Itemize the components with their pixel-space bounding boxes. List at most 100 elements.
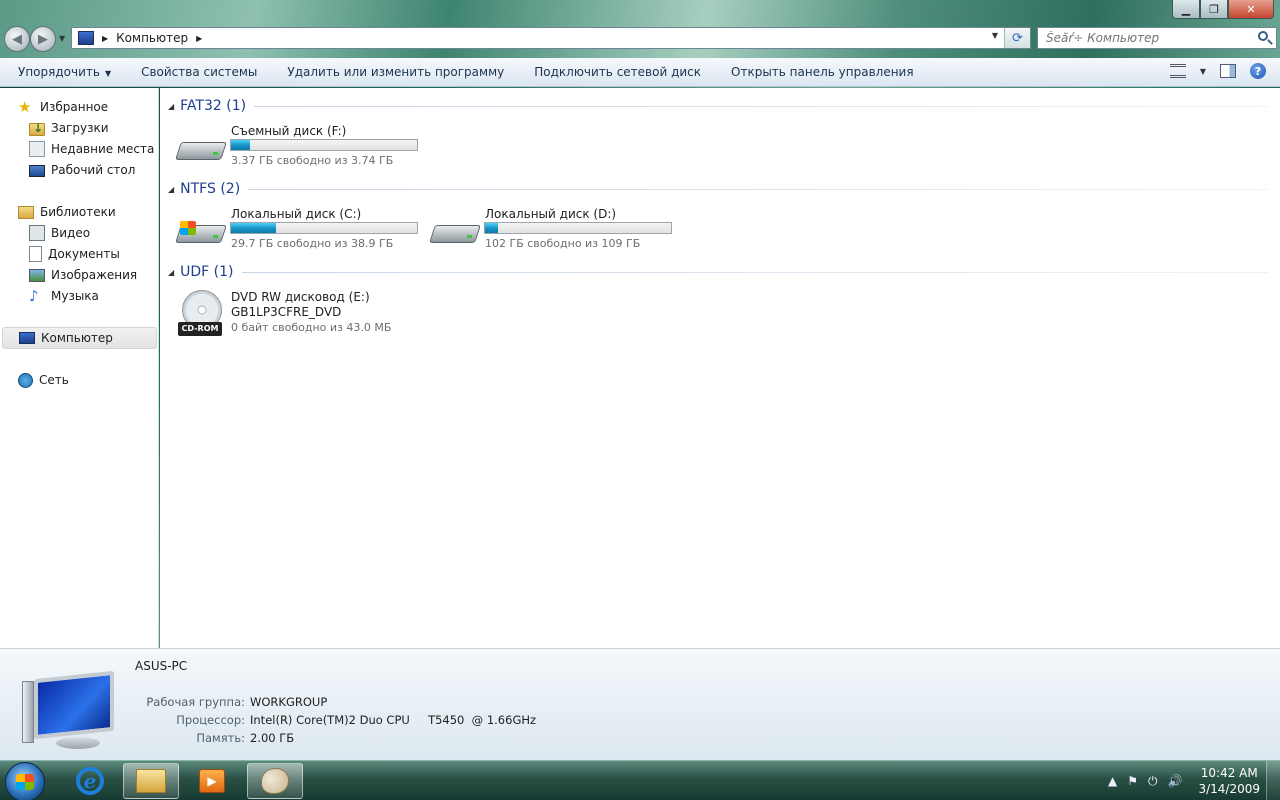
start-button[interactable] [5, 762, 45, 800]
hard-disk-icon [429, 221, 481, 245]
sidebar-item-documents[interactable]: Документы [29, 245, 120, 263]
collapse-triangle-icon[interactable]: ◢ [168, 185, 174, 194]
taskbar-media-player[interactable]: ▶ [184, 763, 240, 799]
navigation-pane: ★Избранное Загрузки Недавние места Рабоч… [0, 88, 159, 648]
music-note-icon: ♪ [29, 287, 39, 305]
drive-tile-e[interactable]: CD-ROM DVD RW дисковод (E:) GB1LP3CFRE_D… [178, 290, 428, 340]
help-icon[interactable]: ? [1250, 63, 1266, 79]
sidebar-item-libraries[interactable]: Библиотеки [18, 203, 116, 221]
open-control-panel-button[interactable]: Открыть панель управления [731, 65, 914, 79]
computer-name: ASUS-PC [135, 659, 188, 673]
refresh-button[interactable]: ⟳ [1004, 28, 1030, 48]
volume-icon[interactable]: 🔊 [1168, 774, 1183, 788]
show-desktop-button[interactable] [1266, 761, 1280, 800]
power-plug-icon[interactable]: ⏻ [1148, 774, 1158, 789]
system-disk-icon [175, 221, 227, 245]
disk-usage-bar [484, 222, 672, 234]
disk-usage-bar [230, 139, 418, 151]
downloads-folder-icon [29, 121, 45, 136]
sidebar-item-recent-places[interactable]: Недавние места [29, 140, 154, 158]
libraries-icon [18, 205, 34, 219]
sidebar-item-music[interactable]: ♪ Музыка [29, 287, 99, 305]
clock[interactable]: 10:42 AM 3/14/2009 [1198, 765, 1260, 797]
forward-button[interactable]: ▶ [30, 26, 56, 52]
command-bar: Упорядочить ▼ Свойства системы Удалить ил… [0, 58, 1280, 87]
search-icon[interactable] [1258, 31, 1268, 41]
drives-view: ◢ FAT32 (1) Съемный диск (F:) 3.37 ГБ св… [160, 88, 1280, 648]
window-controls: ▁ ❐ ✕ [1172, 0, 1274, 20]
network-globe-icon [18, 372, 33, 388]
back-button[interactable]: ◀ [4, 26, 30, 52]
disk-usage-fill [231, 140, 250, 150]
drive-tile-d[interactable]: Локальный диск (D:) 102 ГБ свободно из 1… [429, 207, 682, 255]
drive-tile-c[interactable]: Локальный диск (C:) 29.7 ГБ свободно из … [175, 207, 428, 255]
minimize-button[interactable]: ▁ [1172, 0, 1200, 19]
sidebar-item-favorites[interactable]: ★ Избранное [18, 98, 108, 116]
collapse-triangle-icon[interactable]: ◢ [168, 268, 174, 277]
breadcrumb-computer[interactable]: Компьютер [116, 31, 188, 45]
group-header-fat32[interactable]: ◢ FAT32 (1) [168, 98, 1268, 114]
uninstall-program-button[interactable]: Удалить или изменить программу [287, 65, 504, 79]
paint-palette-icon [261, 768, 289, 794]
sidebar-item-desktop[interactable]: Рабочий стол [29, 161, 135, 179]
group-divider [254, 105, 1268, 107]
pictures-icon [29, 268, 45, 282]
chevron-down-icon: ▼ [104, 69, 112, 78]
computer-monitor-icon [22, 670, 118, 753]
folder-icon [136, 769, 166, 793]
view-options-icon[interactable] [1169, 64, 1186, 78]
media-player-icon: ▶ [199, 769, 225, 793]
title-bar: ▁ ❐ ✕ ◀ ▶ ▼ ▶ Компьютер ▶ ▼ ⟳ [0, 0, 1280, 58]
group-divider [241, 271, 1268, 273]
group-divider [248, 188, 1268, 190]
documents-icon [29, 246, 42, 262]
group-header-ntfs[interactable]: ◢ NTFS (2) [168, 181, 1268, 197]
preview-pane-icon[interactable] [1220, 64, 1236, 78]
address-bar[interactable]: ▶ Компьютер ▶ ▼ ⟳ [71, 27, 1031, 49]
taskbar: e ▶ ▲ ⚑ ⏻ 🔊 10:42 AM 3/14/2009 [0, 760, 1280, 800]
recent-places-icon [29, 141, 45, 157]
show-hidden-icons-button[interactable]: ▲ [1108, 774, 1117, 788]
maximize-button[interactable]: ❐ [1200, 0, 1228, 19]
computer-icon [78, 31, 94, 45]
search-input[interactable] [1046, 31, 1246, 45]
computer-icon [19, 332, 35, 344]
map-network-drive-button[interactable]: Подключить сетевой диск [534, 65, 701, 79]
forward-arrow-icon: ▶ [38, 31, 48, 47]
sidebar-item-video[interactable]: Видео [29, 224, 90, 242]
back-arrow-icon: ◀ [12, 31, 22, 47]
taskbar-explorer[interactable] [123, 763, 179, 799]
star-icon: ★ [18, 98, 32, 116]
system-tray: ▲ ⚑ ⏻ 🔊 10:42 AM 3/14/2009 [1108, 761, 1260, 800]
internet-explorer-icon: e [76, 767, 104, 795]
view-dropdown-icon[interactable]: ▼ [1200, 67, 1206, 76]
desktop-icon [29, 165, 45, 177]
recent-pages-dropdown[interactable]: ▼ [59, 34, 65, 43]
disk-usage-fill [485, 223, 499, 233]
disk-usage-fill [231, 223, 276, 233]
breadcrumb-chevron-icon[interactable]: ▶ [102, 34, 108, 43]
address-dropdown-icon[interactable]: ▼ [992, 31, 998, 40]
disk-usage-bar [230, 222, 418, 234]
removable-disk-icon [175, 138, 227, 162]
sidebar-item-network[interactable]: Сеть [18, 371, 69, 389]
collapse-triangle-icon[interactable]: ◢ [168, 102, 174, 111]
system-properties-button[interactable]: Свойства системы [141, 65, 257, 79]
video-library-icon [29, 225, 45, 241]
details-pane: ASUS-PC Рабочая группа: WORKGROUP Процес… [0, 648, 1280, 760]
close-button[interactable]: ✕ [1228, 0, 1274, 19]
cd-rom-icon: CD-ROM [178, 290, 224, 338]
group-header-udf[interactable]: ◢ UDF (1) [168, 264, 1268, 280]
sidebar-item-computer[interactable]: Компьютер [2, 327, 157, 349]
search-box[interactable] [1037, 27, 1277, 49]
sidebar-item-pictures[interactable]: Изображения [29, 266, 137, 284]
windows-logo-icon [16, 774, 34, 790]
organize-button[interactable]: Упорядочить ▼ [18, 65, 111, 79]
sidebar-item-downloads[interactable]: Загрузки [29, 119, 109, 137]
drive-tile-f[interactable]: Съемный диск (F:) 3.37 ГБ свободно из 3.… [175, 124, 428, 172]
breadcrumb-chevron-icon[interactable]: ▶ [196, 34, 202, 43]
action-center-flag-icon[interactable]: ⚑ [1127, 774, 1138, 788]
taskbar-internet-explorer[interactable]: e [62, 763, 118, 799]
windows-logo-icon [180, 221, 196, 235]
taskbar-paint[interactable] [247, 763, 303, 799]
